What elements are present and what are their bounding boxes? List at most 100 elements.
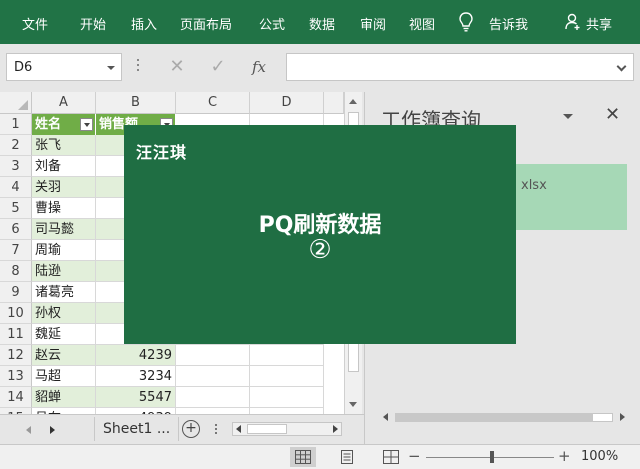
- table-cell-name[interactable]: 张飞: [32, 135, 96, 156]
- row-header[interactable]: 2: [0, 135, 32, 156]
- pane-horizontal-scrollbar[interactable]: [381, 410, 627, 424]
- table-cell-name[interactable]: 马超: [32, 366, 96, 387]
- scroll-down-icon[interactable]: [349, 402, 357, 407]
- page-layout-view-button[interactable]: [334, 447, 360, 467]
- scrollbar-thumb[interactable]: [247, 424, 287, 434]
- sheet-horizontal-scrollbar[interactable]: [232, 422, 342, 436]
- empty-cell[interactable]: [176, 366, 250, 387]
- tab-home[interactable]: 开始: [80, 14, 106, 33]
- page-layout-icon: [341, 450, 353, 464]
- table-cell-name[interactable]: 周瑜: [32, 240, 96, 261]
- empty-cell[interactable]: [250, 387, 324, 408]
- column-header-b[interactable]: B: [96, 92, 176, 114]
- table-cell-name[interactable]: 曹操: [32, 198, 96, 219]
- row-header[interactable]: 1: [0, 114, 32, 135]
- share-button[interactable]: 共享: [586, 14, 612, 33]
- name-box-value: D6: [14, 60, 33, 75]
- normal-view-button[interactable]: [290, 447, 316, 467]
- tab-insert[interactable]: 插入: [131, 14, 157, 33]
- column-header-e[interactable]: [324, 92, 344, 114]
- tab-file[interactable]: 文件: [22, 14, 48, 33]
- table-cell-sales[interactable]: 5547: [96, 387, 176, 408]
- row-header[interactable]: 11: [0, 324, 32, 345]
- tab-review[interactable]: 审阅: [360, 14, 386, 33]
- row-header[interactable]: 4: [0, 177, 32, 198]
- table-cell-name[interactable]: 关羽: [32, 177, 96, 198]
- zoom-in-button[interactable]: +: [558, 447, 571, 465]
- table-cell-name[interactable]: 貂蝉: [32, 387, 96, 408]
- scroll-up-icon[interactable]: [349, 99, 357, 104]
- tab-view[interactable]: 视图: [409, 14, 435, 33]
- add-sheet-button[interactable]: +: [182, 420, 200, 438]
- status-bar: − + 100%: [0, 444, 640, 469]
- scroll-left-icon[interactable]: [383, 413, 388, 421]
- table-cell-name[interactable]: 刘备: [32, 156, 96, 177]
- lightbulb-icon[interactable]: [459, 12, 473, 32]
- column-header-d[interactable]: D: [250, 92, 324, 114]
- column-header-c[interactable]: C: [176, 92, 250, 114]
- column-header-a[interactable]: A: [32, 92, 96, 114]
- scrollbar-thumb[interactable]: [395, 413, 593, 422]
- table-cell-name[interactable]: 孙权: [32, 303, 96, 324]
- row-header[interactable]: 3: [0, 156, 32, 177]
- enter-check-icon[interactable]: ✓: [209, 56, 227, 78]
- filter-dropdown-icon[interactable]: [80, 118, 93, 131]
- empty-cell[interactable]: [176, 345, 250, 366]
- zoom-out-button[interactable]: −: [408, 447, 421, 465]
- page-break-icon: [383, 450, 399, 464]
- row-header[interactable]: 10: [0, 303, 32, 324]
- table-cell-name[interactable]: 赵云: [32, 345, 96, 366]
- pane-options-icon[interactable]: [563, 114, 573, 119]
- select-all-button[interactable]: [0, 92, 32, 114]
- tell-me-search[interactable]: 告诉我: [489, 14, 528, 33]
- name-box[interactable]: D6: [6, 53, 122, 81]
- formula-input[interactable]: [286, 53, 634, 81]
- insert-function-button[interactable]: fx: [250, 56, 268, 78]
- row-header[interactable]: 7: [0, 240, 32, 261]
- next-sheet-icon[interactable]: [50, 426, 55, 434]
- step-number: ②: [308, 235, 332, 265]
- cancel-icon[interactable]: ✕: [168, 56, 186, 78]
- chevron-down-icon[interactable]: [107, 66, 115, 70]
- row-header[interactable]: 13: [0, 366, 32, 387]
- author-watermark: 汪汪琪: [136, 143, 188, 162]
- prev-sheet-icon[interactable]: [26, 426, 31, 434]
- tab-split-handle-icon[interactable]: [214, 422, 218, 438]
- zoom-slider-thumb[interactable]: [490, 451, 494, 463]
- empty-cell[interactable]: [250, 345, 324, 366]
- table-cell-name[interactable]: 司马懿: [32, 219, 96, 240]
- scroll-right-icon[interactable]: [620, 413, 625, 421]
- scroll-left-icon[interactable]: [236, 425, 241, 433]
- table-cell-sales[interactable]: 3234: [96, 366, 176, 387]
- tab-page-layout[interactable]: 页面布局: [180, 14, 232, 33]
- query-file-label: xlsx: [521, 178, 547, 193]
- row-header[interactable]: 9: [0, 282, 32, 303]
- table-cell-name[interactable]: 诸葛亮: [32, 282, 96, 303]
- table-cell-sales[interactable]: 4239: [96, 345, 176, 366]
- row-header[interactable]: 12: [0, 345, 32, 366]
- share-user-icon[interactable]: [565, 13, 581, 31]
- row-header[interactable]: 5: [0, 198, 32, 219]
- row-header[interactable]: 8: [0, 261, 32, 282]
- ribbon: 文件 开始 插入 页面布局 公式 数据 审阅 视图 告诉我 共享: [0, 0, 640, 44]
- zoom-level[interactable]: 100%: [581, 449, 618, 464]
- empty-cell[interactable]: [176, 387, 250, 408]
- drag-handle-icon[interactable]: [136, 56, 140, 78]
- table-cell-name[interactable]: 魏延: [32, 324, 96, 345]
- tab-formulas[interactable]: 公式: [259, 14, 285, 33]
- grid-icon: [295, 450, 311, 464]
- header-name-label: 姓名: [35, 117, 62, 132]
- sheet-tab-sheet1[interactable]: Sheet1 ...: [94, 417, 180, 441]
- tab-data[interactable]: 数据: [309, 14, 335, 33]
- tutorial-overlay: 汪汪琪 PQ刷新数据 ②: [124, 125, 516, 344]
- expand-formula-icon[interactable]: [616, 61, 627, 72]
- scroll-right-icon[interactable]: [333, 425, 338, 433]
- row-header[interactable]: 6: [0, 219, 32, 240]
- formula-bar: D6 ✕ ✓ fx: [0, 44, 640, 92]
- empty-cell[interactable]: [250, 366, 324, 387]
- sheet-tabs-bar: Sheet1 ... +: [0, 414, 364, 444]
- row-header[interactable]: 14: [0, 387, 32, 408]
- close-icon[interactable]: ✕: [605, 104, 620, 125]
- page-break-view-button[interactable]: [378, 447, 404, 467]
- table-cell-name[interactable]: 陆逊: [32, 261, 96, 282]
